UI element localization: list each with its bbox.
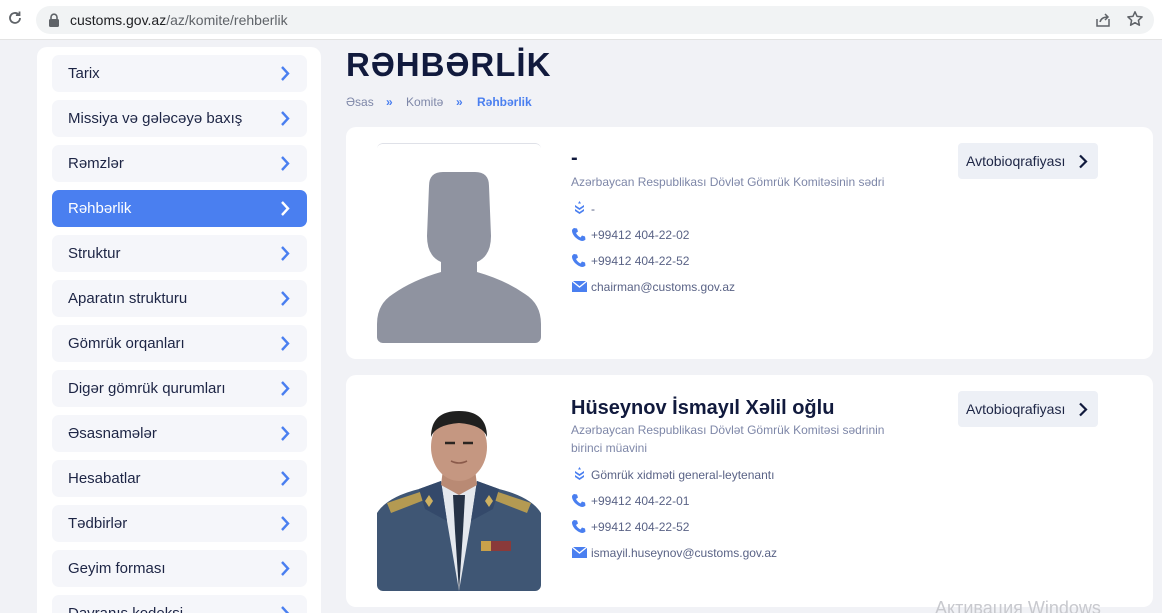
sidebar-item-missiya[interactable]: Missiya və gələcəyə baxış: [52, 100, 307, 137]
leader-rank-text: Gömrük xidməti general-leytenantı: [591, 468, 775, 482]
sidebar-item-hesabatlar[interactable]: Hesabatlar: [52, 460, 307, 497]
breadcrumb-separator-icon: »: [386, 95, 393, 109]
chevron-right-icon: [281, 606, 290, 613]
sidebar-item-label: Rəmzlər: [68, 155, 124, 172]
sidebar-item-label: Tarix: [68, 65, 100, 82]
sidebar-menu: Tarix Missiya və gələcəyə baxış Rəmzlər …: [37, 47, 321, 613]
sidebar-item-tarix[interactable]: Tarix: [52, 55, 307, 92]
person-silhouette-icon: [377, 144, 541, 343]
star-icon[interactable]: [1126, 10, 1144, 28]
chevron-right-icon: [281, 246, 290, 261]
sidebar-item-struktur[interactable]: Struktur: [52, 235, 307, 272]
sidebar-item-label: Digər gömrük qurumları: [68, 380, 226, 397]
leader-position: Azərbaycan Respublikası Dövlət Gömrük Ko…: [571, 175, 885, 189]
chevron-right-icon: [281, 291, 290, 306]
rank-insignia-icon: [575, 467, 584, 480]
page-title: RƏHBƏRLİK: [346, 46, 552, 83]
phone-icon: [572, 520, 586, 533]
leader-email-text[interactable]: ismayil.huseynov@customs.gov.az: [591, 546, 777, 560]
chevron-right-icon: [281, 201, 290, 216]
chevron-right-icon: [281, 336, 290, 351]
sidebar-item-label: Rəhbərlik: [68, 200, 132, 217]
sidebar-item-label: Missiya və gələcəyə baxış: [68, 110, 243, 127]
url-text[interactable]: customs.gov.az/az/komite/rehberlik: [70, 12, 288, 28]
breadcrumb-separator-icon: »: [456, 95, 463, 109]
chevron-right-icon: [281, 516, 290, 531]
sidebar-item-label: Aparatın strukturu: [68, 290, 188, 307]
sidebar-item-label: Əsasnamələr: [68, 425, 157, 442]
autobiography-button-label: Avtobioqrafiyası: [966, 401, 1066, 417]
url-path: /az/komite/rehberlik: [166, 12, 288, 28]
leader-phone-text[interactable]: +99412 404-22-01: [591, 494, 689, 508]
reload-icon[interactable]: [6, 9, 24, 27]
sidebar-item-label: Hesabatlar: [68, 470, 141, 487]
leader-phone-text[interactable]: +99412 404-22-52: [591, 520, 689, 534]
rank-insignia-icon: [575, 201, 584, 214]
leader-name: -: [571, 147, 578, 169]
leader-phone-text[interactable]: +99412 404-22-02: [591, 228, 689, 242]
sidebar-item-label: Geyim forması: [68, 560, 166, 577]
leader-name: Hüseynov İsmayıl Xəlil oğlu: [571, 397, 835, 419]
phone-icon: [572, 228, 586, 241]
sidebar-item-aparat[interactable]: Aparatın strukturu: [52, 280, 307, 317]
leader-photo-placeholder: [377, 143, 541, 343]
email-icon: [571, 546, 588, 558]
chevron-right-icon: [281, 426, 290, 441]
sidebar-item-remzler[interactable]: Rəmzlər: [52, 145, 307, 182]
chevron-right-icon: [281, 156, 290, 171]
chevron-right-icon: [281, 381, 290, 396]
phone-icon: [572, 494, 586, 507]
browser-toolbar: customs.gov.az/az/komite/rehberlik: [0, 0, 1162, 40]
address-bar[interactable]: customs.gov.az/az/komite/rehberlik: [36, 6, 1154, 34]
chevron-right-icon: [1079, 154, 1088, 169]
leader-rank-text: -: [591, 202, 595, 216]
sidebar-item-label: Davranış kodeksi: [68, 605, 183, 613]
chevron-right-icon: [281, 66, 290, 81]
sidebar-item-davranis-kodeksi[interactable]: Davranış kodeksi: [52, 595, 307, 613]
leader-position: Azərbaycan Respublikası Dövlət Gömrük Ko…: [571, 423, 885, 455]
sidebar-item-diger-qurumlar[interactable]: Digər gömrük qurumları: [52, 370, 307, 407]
autobiography-button-label: Avtobioqrafiyası: [966, 153, 1066, 169]
portrait-photo: [377, 391, 541, 591]
leader-email-text[interactable]: chairman@customs.gov.az: [591, 280, 735, 294]
leader-card: Hüseynov İsmayıl Xəlil oğlu Azərbaycan R…: [346, 375, 1153, 607]
sidebar-item-label: Gömrük orqanları: [68, 335, 185, 352]
url-host: customs.gov.az: [70, 12, 167, 28]
sidebar-item-esasnameler[interactable]: Əsasnamələr: [52, 415, 307, 452]
breadcrumb-current: Rəhbərlik: [477, 95, 532, 109]
breadcrumb-home-link[interactable]: Əsas: [346, 95, 374, 109]
share-icon[interactable]: [1094, 11, 1112, 29]
sidebar-item-tedbirler[interactable]: Tədbirlər: [52, 505, 307, 542]
phone-icon: [572, 254, 586, 267]
sidebar-item-label: Struktur: [68, 245, 121, 262]
chevron-right-icon: [281, 561, 290, 576]
sidebar-item-label: Tədbirlər: [68, 515, 128, 532]
leader-photo: [377, 391, 541, 591]
chevron-right-icon: [281, 471, 290, 486]
sidebar-item-rehberlik[interactable]: Rəhbərlik: [52, 190, 307, 227]
windows-activation-watermark: Активация Windows: [935, 598, 1101, 613]
breadcrumb-parent-link[interactable]: Komitə: [406, 95, 443, 109]
leader-phone-text[interactable]: +99412 404-22-52: [591, 254, 689, 268]
chevron-right-icon: [281, 111, 290, 126]
autobiography-button[interactable]: Avtobioqrafiyası: [958, 143, 1098, 179]
autobiography-button[interactable]: Avtobioqrafiyası: [958, 391, 1098, 427]
sidebar-item-geyim-formasi[interactable]: Geyim forması: [52, 550, 307, 587]
sidebar-item-gomruk-orqanlari[interactable]: Gömrük orqanları: [52, 325, 307, 362]
leader-card: - Azərbaycan Respublikası Dövlət Gömrük …: [346, 127, 1153, 359]
lock-icon[interactable]: [48, 13, 60, 27]
email-icon: [571, 280, 588, 292]
chevron-right-icon: [1079, 402, 1088, 417]
